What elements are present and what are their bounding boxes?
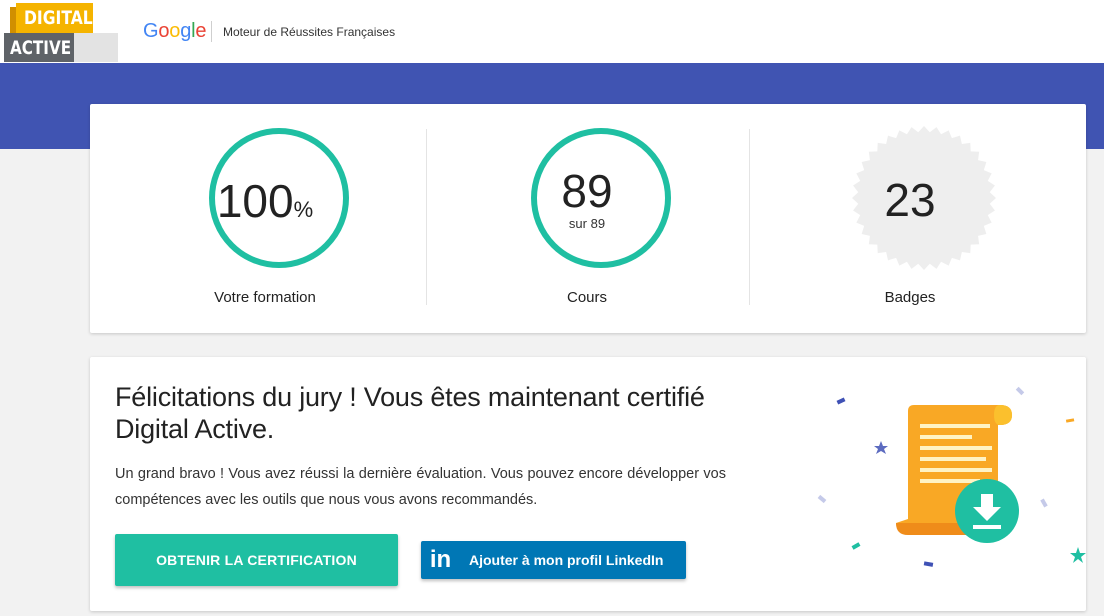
scroll-line [920, 457, 986, 461]
confetti-star [1070, 547, 1086, 563]
google-letter: g [180, 20, 192, 42]
scroll-line [920, 446, 992, 450]
download-base [973, 525, 1001, 529]
google-letter: G [143, 20, 159, 42]
formation-unit: % [293, 197, 314, 222]
confetti-piece [851, 542, 861, 550]
google-logo: Google [143, 20, 207, 43]
linkedin-button-label: Ajouter à mon profil LinkedIn [469, 552, 664, 568]
certification-text: Un grand bravo ! Vous avez réussi la der… [115, 466, 726, 508]
header-tagline: Moteur de Réussites Françaises [223, 25, 396, 39]
confetti-star [874, 441, 888, 454]
scroll-curl [994, 405, 1012, 425]
stat-badges: 23 Badges [749, 104, 1071, 333]
stats-card: 100% Votre formation 89 sur 89 Cours 23 … [90, 104, 1086, 333]
digital-active-logo[interactable]: DIGITAL ACTIVE [0, 0, 118, 63]
formation-value: 100 [216, 175, 294, 227]
confetti-piece [1065, 418, 1075, 423]
confetti-piece [1015, 386, 1025, 396]
linkedin-icon: in [429, 546, 452, 573]
cours-value: 89 [561, 165, 613, 217]
badges-value: 23 [884, 174, 936, 226]
add-linkedin-button[interactable]: in Ajouter à mon profil LinkedIn [421, 541, 686, 579]
logo-line-2: ACTIVE [10, 37, 72, 59]
scroll-line [920, 479, 980, 483]
logo-top-block: DIGITAL [10, 3, 93, 37]
scroll-line [920, 424, 990, 428]
cours-sub: sur 89 [568, 216, 606, 231]
badges-label: Badges [884, 289, 936, 306]
stat-formation: 100% Votre formation [104, 104, 426, 333]
scroll-line [920, 468, 992, 472]
confetti-piece [923, 561, 934, 567]
formation-label: Votre formation [214, 289, 316, 306]
header-separator [211, 21, 212, 42]
logo-line-1: DIGITAL [24, 7, 93, 29]
google-letter: e [195, 20, 207, 42]
certificate-scroll-download-icon [817, 386, 1086, 567]
cours-label: Cours [566, 289, 607, 306]
certification-title: Félicitations du jury ! Vous êtes mainte… [115, 382, 705, 444]
scroll-line [920, 435, 972, 439]
stat-cours: 89 sur 89 Cours [426, 104, 748, 333]
google-letter: o [169, 20, 181, 42]
certification-card: Félicitations du jury ! Vous êtes mainte… [90, 357, 1086, 611]
confetti-piece [817, 494, 827, 504]
google-letter: o [158, 20, 170, 42]
confetti-piece [836, 397, 846, 405]
confetti-piece [1040, 498, 1048, 508]
get-certification-button[interactable]: OBTENIR LA CERTIFICATION [115, 534, 398, 586]
top-header: DIGITAL ACTIVE Google Moteur de Réussite… [0, 0, 1104, 63]
formation-value-wrap: 100% [104, 174, 426, 228]
